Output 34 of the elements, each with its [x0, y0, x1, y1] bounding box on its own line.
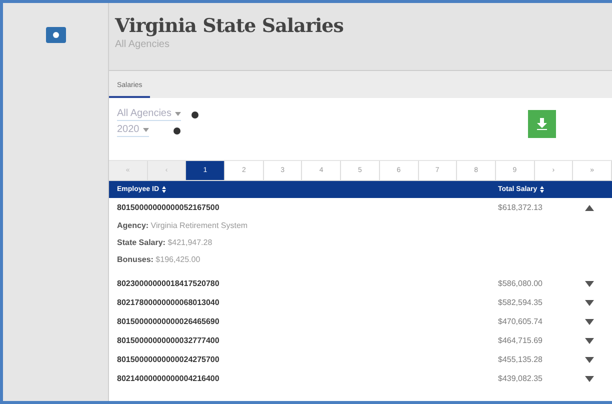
page-subtitle: All Agencies — [115, 39, 170, 50]
caret-down-icon — [143, 128, 150, 132]
employee-id: 80217800000000068013040 — [117, 298, 220, 307]
sort-icon[interactable] — [540, 186, 544, 193]
caret-down-icon — [175, 112, 182, 116]
employee-id: 80150000000000026465690 — [117, 317, 220, 326]
total-salary: $586,080.00 — [498, 279, 544, 288]
caret-down-icon[interactable] — [584, 338, 594, 344]
employee-id: 80150000000000024275700 — [117, 355, 220, 364]
download-icon — [536, 118, 548, 130]
filter-dropdown[interactable]: 2020 — [117, 124, 150, 137]
caret-down-icon[interactable] — [584, 356, 594, 362]
employee-id: 80150000000000032777400 — [117, 336, 220, 345]
total-salary: $455,135.28 — [498, 355, 544, 364]
total-salary: $618,372.13 — [498, 203, 544, 212]
detail-text: Agency: Virginia Retirement System — [117, 221, 248, 230]
detail-text: State Salary: $421,947.28 — [117, 238, 212, 247]
employee-id: 80230000000018417520780 — [117, 279, 220, 288]
caret-up-icon[interactable] — [584, 204, 594, 210]
caret-down-icon[interactable] — [584, 318, 594, 324]
employee-id: 80150000000000052167500 — [117, 203, 220, 212]
sort-icon[interactable] — [162, 186, 166, 193]
total-salary: $470,605.74 — [498, 317, 544, 326]
total-salary: $439,082.35 — [498, 374, 544, 383]
filter-dropdown[interactable]: All Agencies — [117, 108, 182, 121]
caret-down-icon[interactable] — [584, 300, 594, 306]
total-salary: $582,594.35 — [498, 298, 544, 307]
caret-down-icon[interactable] — [584, 376, 594, 382]
total-salary: $464,715.69 — [498, 336, 544, 345]
employee-id: 80214000000000004216400 — [117, 374, 220, 383]
download-button[interactable] — [528, 110, 556, 138]
caret-down-icon[interactable] — [584, 280, 594, 286]
detail-text: Bonuses: $196,425.00 — [117, 255, 200, 264]
page-title: Virginia State Salaries — [115, 15, 344, 37]
